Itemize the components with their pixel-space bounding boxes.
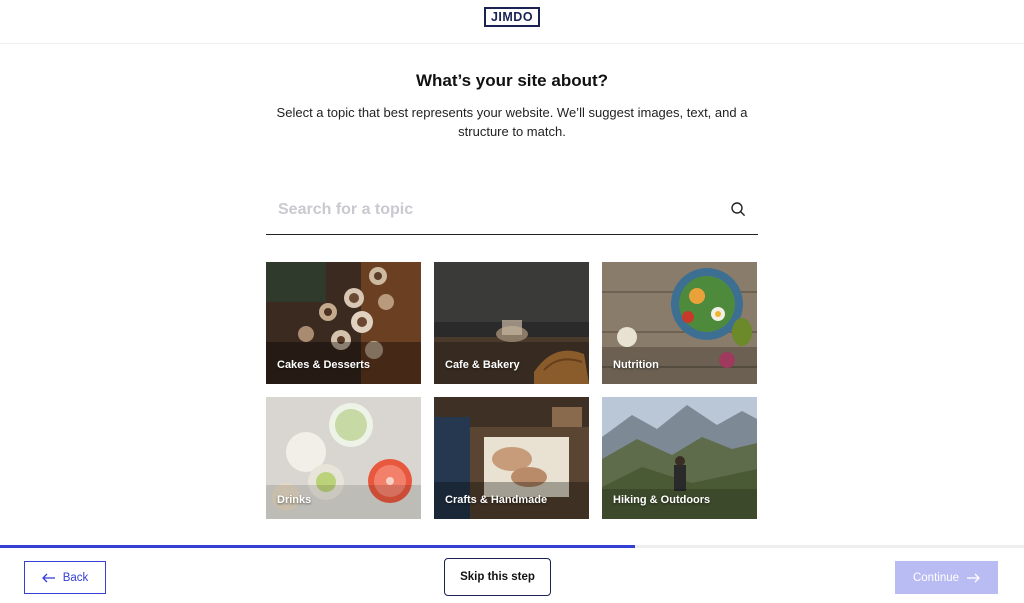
topic-card-drinks[interactable]: Drinks bbox=[266, 397, 421, 519]
continue-button-label: Continue bbox=[912, 571, 960, 584]
topic-label: Crafts & Handmade bbox=[445, 494, 548, 506]
topic-label: Nutrition bbox=[613, 359, 659, 371]
back-button[interactable]: Back bbox=[24, 561, 106, 594]
topic-label: Cakes & Desserts bbox=[277, 359, 370, 371]
topic-card-cafe-bakery[interactable]: Cafe & Bakery bbox=[434, 262, 589, 384]
search-input[interactable] bbox=[278, 198, 718, 222]
arrow-right-icon bbox=[967, 573, 980, 582]
page-title: What’s your site about? bbox=[415, 71, 609, 90]
progress-bar bbox=[0, 545, 1024, 548]
topic-card-cakes-desserts[interactable]: Cakes & Desserts bbox=[266, 262, 421, 384]
progress-fill bbox=[0, 545, 635, 548]
topic-card-nutrition[interactable]: Nutrition bbox=[602, 262, 757, 384]
topic-card-crafts-handmade[interactable]: Crafts & Handmade bbox=[434, 397, 589, 519]
arrow-left-icon bbox=[41, 573, 55, 582]
top-bar: JIMDO bbox=[0, 0, 1024, 44]
skip-button-label: Skip this step bbox=[460, 571, 535, 583]
topic-label: Drinks bbox=[277, 494, 312, 506]
page-subtitle: Select a topic that best represents your… bbox=[276, 105, 748, 139]
topic-card-hiking-outdoors[interactable]: Hiking & Outdoors bbox=[602, 397, 757, 519]
search-icon[interactable] bbox=[730, 201, 746, 217]
back-button-label: Back bbox=[62, 571, 89, 584]
jimdo-logo[interactable]: JIMDO bbox=[484, 7, 540, 27]
topic-label: Hiking & Outdoors bbox=[613, 494, 711, 506]
continue-button[interactable]: Continue bbox=[895, 561, 998, 594]
topic-search bbox=[266, 190, 758, 235]
skip-step-button[interactable]: Skip this step bbox=[444, 558, 551, 596]
topic-label: Cafe & Bakery bbox=[445, 359, 520, 371]
